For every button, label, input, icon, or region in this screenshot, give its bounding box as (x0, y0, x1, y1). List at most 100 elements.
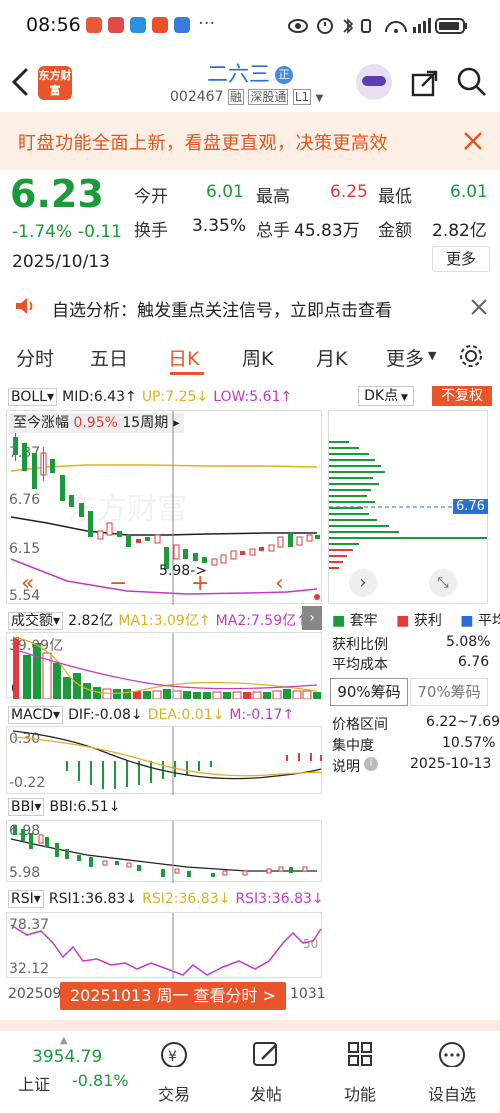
boll-mid: MID:6.43↑ (62, 389, 137, 405)
macd-panel[interactable]: 0.30 -0.22 (6, 726, 323, 795)
scroll-left-icon[interactable]: ‹ (275, 571, 284, 596)
status-time: 08:56 (26, 14, 81, 36)
zoom-out-icon[interactable]: − (109, 571, 127, 596)
macd-header: MACD▾ DIF:-0.08↓ DEA:0.01↓ M:-0.17↑ (8, 704, 318, 724)
tab-5day[interactable]: 五日 (90, 344, 128, 371)
post-button[interactable]: 发帖 (226, 1031, 306, 1111)
notice-bar[interactable]: 自选分析：触发重点关注信号，立即点击查看 (0, 284, 500, 328)
expand-icon[interactable]: ⤡ (429, 569, 457, 597)
rsi-2: RSI2:36.83↓ (142, 891, 231, 907)
tag-connect: 深股通 (248, 89, 289, 105)
news-notification-icon (152, 17, 168, 33)
volume-label: 总手 (256, 221, 290, 241)
x-axis-right: 1031 (290, 986, 326, 1002)
volume-ma2: MA2:7.59亿↑ (215, 613, 308, 629)
adjust-button[interactable]: 不复权 (432, 386, 492, 406)
crosshair-date-tip[interactable]: 20251013 周一 查看分时 > (60, 982, 286, 1010)
high-value: 6.25 (330, 182, 368, 202)
volume-chart (12, 633, 321, 699)
index-change: -0.81% (72, 1071, 129, 1090)
last-price: 6.23 (10, 172, 104, 216)
tab-intraday[interactable]: 分时 (16, 344, 54, 371)
macd-selector[interactable]: MACD▾ (8, 706, 63, 724)
dk-point-label: DK点 (364, 388, 399, 404)
stock-name: 二六三 (206, 62, 270, 86)
svg-text:¥: ¥ (168, 1049, 177, 1065)
boll-selector[interactable]: BOLL▾ (8, 388, 58, 406)
boll-header: BOLL▾ MID:6.43↑ UP:7.25↓ LOW:5.61↑ (8, 386, 328, 406)
close-icon[interactable] (462, 130, 484, 152)
chip-tab-90[interactable]: 90%筹码 (330, 678, 408, 706)
tag-margin: 融 (227, 89, 244, 105)
volume-value: 2.82亿 (68, 613, 114, 629)
status-bar: 08:56 ··· (0, 0, 500, 52)
macd-dif: DIF:-0.08↓ (68, 707, 143, 723)
trade-button[interactable]: ¥ 交易 (134, 1031, 214, 1111)
boll-up: UP:7.25↓ (141, 389, 209, 405)
turnover-label: 换手 (134, 221, 168, 241)
open-label: 今开 (134, 187, 168, 207)
turnover-value: 3.35% (192, 216, 247, 236)
info-icon[interactable]: i (364, 757, 378, 771)
tab-more[interactable]: 更多 (386, 344, 424, 371)
chip-next-icon[interactable]: › (349, 569, 377, 597)
amount-value: 2.82亿 (432, 221, 487, 241)
functions-button[interactable]: 功能 (320, 1031, 400, 1111)
more-quote-button[interactable]: 更多 (432, 246, 490, 272)
low-label: 最低 (378, 187, 412, 207)
index-caret-icon: ▲ (60, 1035, 68, 1046)
bbi-value: BBI:6.51↓ (49, 799, 121, 815)
rsi-chart (10, 913, 322, 979)
rsi-panel[interactable]: 78.37 32.12 50 (6, 912, 322, 979)
bbi-selector[interactable]: BBI▾ (8, 798, 45, 816)
macd-chart (12, 727, 323, 795)
notice-close-icon[interactable] (470, 298, 488, 316)
tab-monthly[interactable]: 月K (316, 344, 347, 371)
caret-down-icon[interactable]: ▼ (316, 93, 324, 104)
banner-text: 盯盘功能全面上新，看盘更直观，决策更高效 (18, 133, 388, 154)
concentration-label: 集中度 (332, 738, 374, 754)
tab-more-caret-icon[interactable]: ▼ (428, 349, 436, 362)
legend-average: 平均 (477, 613, 500, 629)
panel-expand-icon[interactable]: › (302, 606, 322, 630)
concentration-value: 10.57% (442, 735, 496, 751)
macd-dea: DEA:0.01↓ (147, 707, 225, 723)
profit-ratio-value: 5.08% (446, 634, 491, 650)
note-date: 2025-10-13 (410, 756, 492, 772)
change-value: -0.11 (78, 222, 122, 242)
dk-point-button[interactable]: DK点 ▼ (358, 386, 414, 406)
kline-panel[interactable]: 至今涨幅 0.95% 15周期 ▸ 7.37 6.76 6.15 5.54 东方… (6, 410, 322, 605)
more-circle-icon (439, 1042, 465, 1067)
rsi-selector[interactable]: RSI▾ (8, 890, 44, 908)
chip-price-marker: 6.76 (453, 499, 488, 514)
tab-daily[interactable]: 日K (168, 344, 199, 371)
amount-label: 金额 (378, 221, 412, 241)
quote-date: 2025/10/13 (12, 252, 110, 272)
avg-cost-label: 平均成本 (332, 657, 388, 673)
volume-header: 成交额▾ 2.82亿 MA1:3.09亿↑ MA2:7.59亿↑ (8, 610, 308, 630)
functions-label: 功能 (343, 1085, 376, 1104)
promo-banner[interactable]: 盯盘功能全面上新，看盘更直观，决策更高效 (0, 112, 500, 170)
add-watchlist-button[interactable]: 设自选 (412, 1031, 492, 1111)
tab-weekly[interactable]: 周K (242, 344, 273, 371)
note-label: 说明 (332, 759, 360, 775)
change-pct: -1.74% (12, 222, 73, 242)
zoom-left-icon[interactable]: « (21, 571, 34, 596)
low-value: 6.01 (450, 182, 488, 202)
share-icon[interactable] (410, 68, 440, 98)
volume-panel[interactable]: 39.09亿 0 (6, 632, 322, 699)
index-value[interactable]: 3954.79 (32, 1047, 102, 1067)
open-value: 6.01 (206, 182, 244, 202)
chip-panel[interactable]: 6.76 › ⤡ (328, 410, 488, 604)
assistant-avatar[interactable] (356, 64, 392, 100)
add-watchlist-label: 设自选 (427, 1085, 476, 1104)
settings-gear-icon[interactable] (458, 343, 484, 369)
chip-tab-70[interactable]: 70%筹码 (410, 678, 488, 706)
zoom-in-icon[interactable]: + (191, 571, 209, 596)
app-notification-icon (86, 17, 102, 33)
search-icon[interactable] (456, 66, 488, 98)
bbi-chart (10, 821, 317, 883)
volume-selector[interactable]: 成交额▾ (8, 612, 64, 630)
bbi-panel[interactable]: 6.98 5.98 (6, 820, 322, 883)
high-label: 最高 (256, 187, 290, 207)
